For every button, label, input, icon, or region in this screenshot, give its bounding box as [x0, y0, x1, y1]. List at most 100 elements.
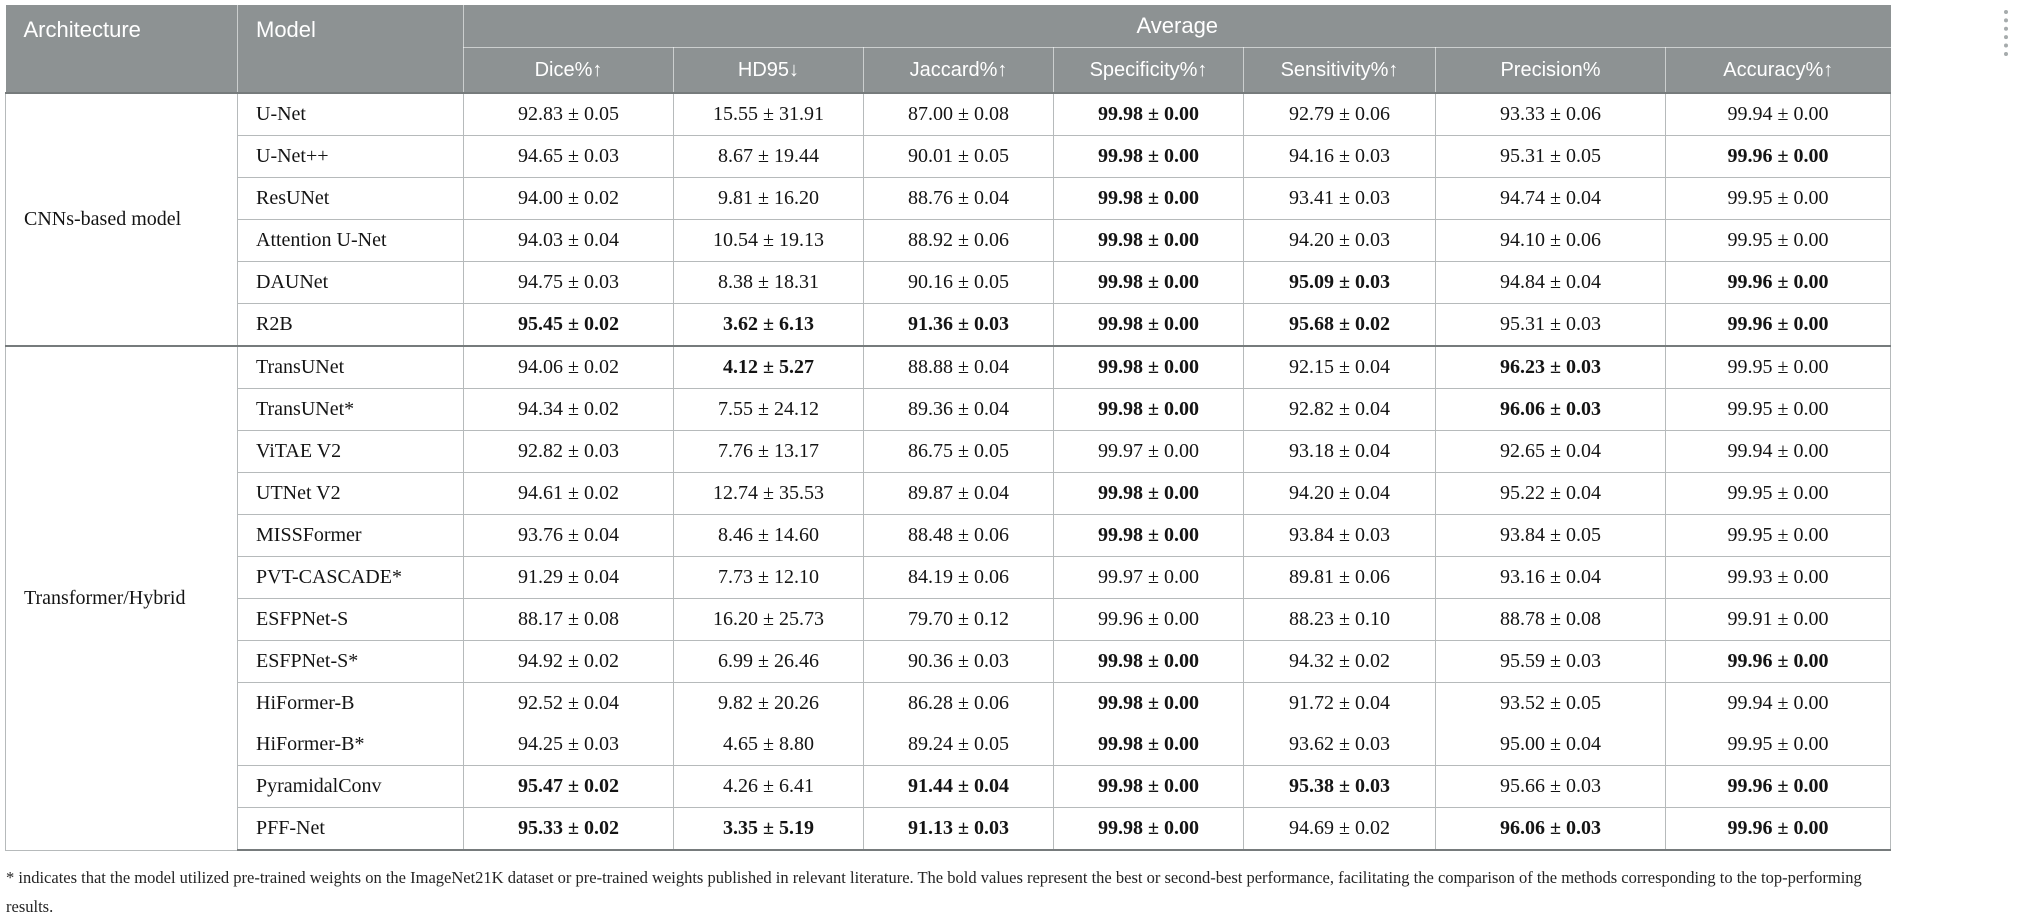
- value-cell: 99.96 ± 0.00: [1664, 261, 1892, 304]
- value-cell: 99.98 ± 0.00: [1053, 682, 1244, 724]
- model-cell: HiFormer-B: [237, 682, 464, 724]
- value-cell: 93.16 ± 0.04: [1435, 556, 1666, 599]
- value-cell: 99.96 ± 0.00: [1664, 640, 1892, 683]
- value-cell: 95.59 ± 0.03: [1435, 640, 1666, 683]
- value-cell: 96.06 ± 0.03: [1435, 807, 1666, 851]
- value-cell: 94.20 ± 0.03: [1243, 219, 1436, 262]
- value-cell: 99.96 ± 0.00: [1664, 807, 1892, 851]
- table-row: ESFPNet-S* 94.92 ± 0.02 6.99 ± 26.46 90.36 …: [6, 640, 1892, 683]
- table-row: MISSFormer 93.76 ± 0.04 8.46 ± 14.60 88.48 …: [6, 514, 1892, 557]
- value-cell: 95.68 ± 0.02: [1243, 303, 1436, 347]
- value-cell: 7.73 ± 12.10: [673, 556, 864, 599]
- value-cell: 91.29 ± 0.04: [463, 556, 674, 599]
- value-cell: 94.34 ± 0.02: [463, 388, 674, 431]
- table-row: PVT-CASCADE* 91.29 ± 0.04 7.73 ± 12.10 84.1…: [6, 556, 1892, 599]
- value-cell: 88.17 ± 0.08: [463, 598, 674, 641]
- table-row: ViTAE V2 92.82 ± 0.03 7.76 ± 13.17 86.75 ± …: [6, 430, 1892, 473]
- value-cell: 3.35 ± 5.19: [673, 807, 864, 851]
- value-cell: 88.78 ± 0.08: [1435, 598, 1666, 641]
- value-cell: 99.94 ± 0.00: [1664, 682, 1892, 724]
- value-cell: 92.82 ± 0.04: [1243, 388, 1436, 431]
- col-header-jaccard: Jaccard%↑: [863, 47, 1054, 94]
- table-row: HiFormer-B* 94.25 ± 0.03 4.65 ± 8.80 89.24 …: [6, 723, 1892, 766]
- value-cell: 99.96 ± 0.00: [1053, 598, 1244, 641]
- model-cell: UTNet V2: [237, 472, 464, 515]
- value-cell: 99.93 ± 0.00: [1664, 556, 1892, 599]
- value-cell: 90.36 ± 0.03: [863, 640, 1054, 683]
- table-row: PFF-Net 95.33 ± 0.02 3.35 ± 5.19 91.13 ± 0.…: [6, 807, 1892, 851]
- value-cell: 89.81 ± 0.06: [1243, 556, 1436, 599]
- value-cell: 95.47 ± 0.02: [463, 765, 674, 808]
- col-header-hd95: HD95↓: [673, 47, 864, 94]
- results-table: Architecture Model Average Dice%↑ HD95↓ Ja…: [5, 5, 1892, 851]
- table-row: TransUNet* 94.34 ± 0.02 7.55 ± 24.12 89.36 …: [6, 388, 1892, 431]
- table-row: CNNs-based model U-Net 92.83 ± 0.05 15.55 ±…: [5, 92, 1892, 347]
- value-cell: 92.82 ± 0.03: [463, 430, 674, 473]
- value-cell: 7.76 ± 13.17: [673, 430, 864, 473]
- model-cell: PyramidalConv: [237, 765, 464, 808]
- value-cell: 93.33 ± 0.06: [1435, 92, 1666, 136]
- value-cell: 99.98 ± 0.00: [1053, 92, 1244, 136]
- value-cell: 99.97 ± 0.00: [1053, 430, 1244, 473]
- col-header-accuracy: Accuracy%↑: [1664, 47, 1891, 94]
- value-cell: 99.98 ± 0.00: [1053, 303, 1244, 347]
- model-cell: MISSFormer: [237, 514, 464, 557]
- value-cell: 87.00 ± 0.08: [863, 92, 1054, 136]
- model-cell: HiFormer-B*: [237, 723, 464, 766]
- model-cell: DAUNet: [237, 261, 464, 304]
- col-header-architecture: Architecture: [5, 5, 238, 94]
- value-cell: 94.92 ± 0.02: [463, 640, 674, 683]
- value-cell: 94.74 ± 0.04: [1435, 177, 1666, 220]
- col-header-dice: Dice%↑: [463, 47, 674, 94]
- value-cell: 99.98 ± 0.00: [1053, 177, 1244, 220]
- value-cell: 7.55 ± 24.12: [673, 388, 864, 431]
- model-cell: ResUNet: [237, 177, 464, 220]
- model-cell: PVT-CASCADE*: [237, 556, 464, 599]
- col-header-sensitivity: Sensitivity%↑: [1243, 47, 1436, 94]
- value-cell: 92.65 ± 0.04: [1435, 430, 1666, 473]
- col-header-average-group: Average: [462, 5, 1891, 48]
- model-cell: U-Net: [237, 92, 464, 136]
- value-cell: 99.98 ± 0.00: [1053, 219, 1244, 262]
- value-cell: 94.20 ± 0.04: [1243, 472, 1436, 515]
- value-cell: 99.98 ± 0.00: [1053, 261, 1244, 304]
- value-cell: 94.16 ± 0.03: [1243, 135, 1436, 178]
- value-cell: 88.48 ± 0.06: [863, 514, 1054, 557]
- value-cell: 99.98 ± 0.00: [1053, 472, 1244, 515]
- value-cell: 9.82 ± 20.26: [673, 682, 864, 724]
- table-row: Attention U-Net 94.03 ± 0.04 10.54 ± 19.13…: [6, 219, 1892, 262]
- value-cell: 92.83 ± 0.05: [463, 92, 674, 136]
- table-row: R2B 95.45 ± 0.02 3.62 ± 6.13 91.36 ± 0.03 99…: [6, 303, 1892, 347]
- col-header-model: Model: [237, 5, 464, 94]
- value-cell: 90.01 ± 0.05: [863, 135, 1054, 178]
- model-cell: U-Net++: [237, 135, 464, 178]
- value-cell: 92.79 ± 0.06: [1243, 92, 1436, 136]
- value-cell: 3.62 ± 6.13: [673, 303, 864, 347]
- model-cell: Attention U-Net: [237, 219, 464, 262]
- value-cell: 94.00 ± 0.02: [463, 177, 674, 220]
- value-cell: 91.36 ± 0.03: [863, 303, 1054, 347]
- value-cell: 95.33 ± 0.02: [463, 807, 674, 851]
- value-cell: 96.06 ± 0.03: [1435, 388, 1666, 431]
- table-row: UTNet V2 94.61 ± 0.02 12.74 ± 35.53 89.87 ±…: [6, 472, 1892, 515]
- value-cell: 93.52 ± 0.05: [1435, 682, 1666, 724]
- value-cell: 4.65 ± 8.80: [673, 723, 864, 766]
- scrollbar-dots[interactable]: [2004, 10, 2008, 56]
- value-cell: 89.36 ± 0.04: [863, 388, 1054, 431]
- col-header-precision: Precision%: [1435, 47, 1666, 94]
- value-cell: 15.55 ± 31.91: [673, 92, 864, 136]
- value-cell: 90.16 ± 0.05: [863, 261, 1054, 304]
- value-cell: 88.88 ± 0.04: [863, 345, 1054, 389]
- value-cell: 94.03 ± 0.04: [463, 219, 674, 262]
- value-cell: 86.75 ± 0.05: [863, 430, 1054, 473]
- value-cell: 86.28 ± 0.06: [863, 682, 1054, 724]
- table-row: DAUNet 94.75 ± 0.03 8.38 ± 18.31 90.16 ± 0.…: [6, 261, 1892, 304]
- value-cell: 94.25 ± 0.03: [463, 723, 674, 766]
- value-cell: 91.13 ± 0.03: [863, 807, 1054, 851]
- value-cell: 4.26 ± 6.41: [673, 765, 864, 808]
- value-cell: 99.98 ± 0.00: [1053, 345, 1244, 389]
- value-cell: 99.96 ± 0.00: [1664, 765, 1892, 808]
- value-cell: 9.81 ± 16.20: [673, 177, 864, 220]
- table-row: PyramidalConv 95.47 ± 0.02 4.26 ± 6.41 91.4…: [6, 765, 1892, 808]
- value-cell: 16.20 ± 25.73: [673, 598, 864, 641]
